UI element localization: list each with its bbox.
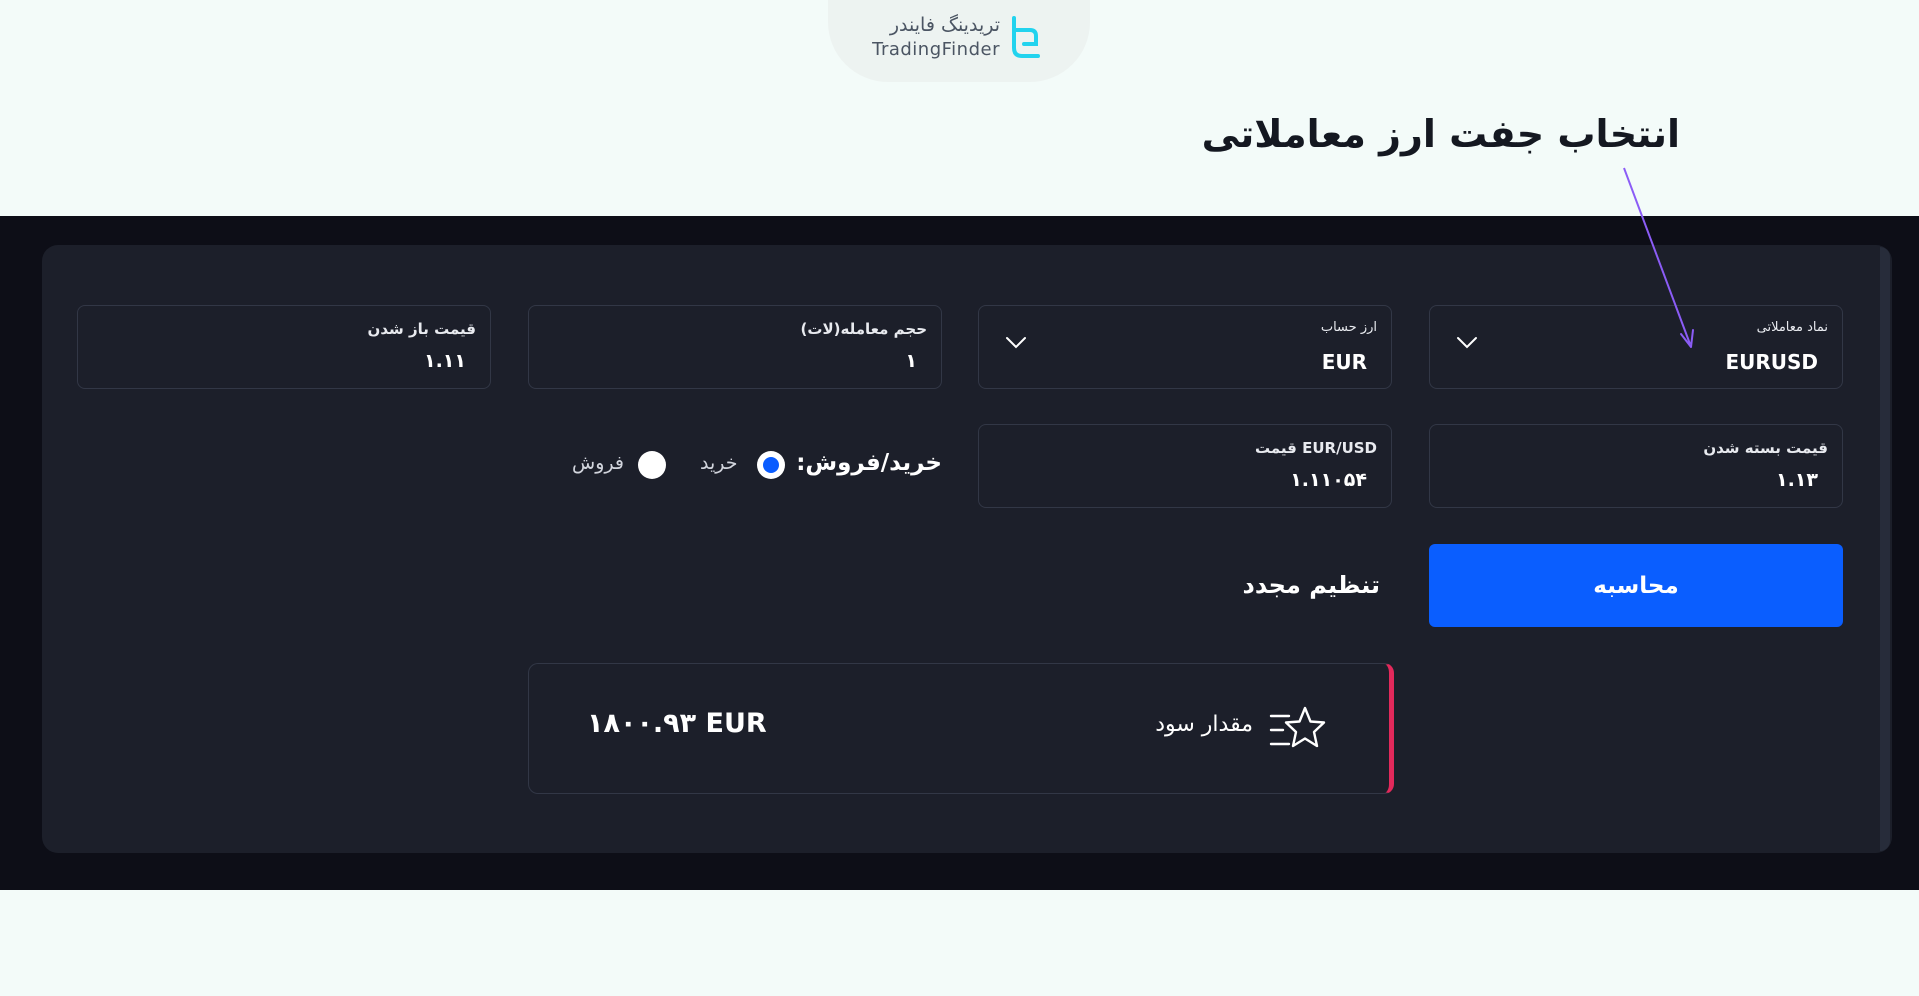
buy-radio[interactable] xyxy=(757,451,785,479)
lot-size-value: ۱ xyxy=(905,350,917,372)
brand-logo-text: تریدینگ فایندر TradingFinder xyxy=(870,12,1000,62)
open-price-input[interactable]: قیمت باز شدن ۱.۱۱ xyxy=(77,305,491,389)
open-price-label: قیمت باز شدن xyxy=(367,320,476,338)
chevron-down-icon[interactable] xyxy=(1005,336,1027,350)
pair-price-input[interactable]: EUR/USD قیمت ۱.۱۱۰۵۴ xyxy=(978,424,1392,508)
close-price-value: ۱.۱۳ xyxy=(1775,469,1818,491)
symbol-label: نماد معاملاتی xyxy=(1756,320,1828,335)
open-price-value: ۱.۱۱ xyxy=(423,350,466,372)
star-icon xyxy=(1269,706,1326,748)
symbol-select[interactable]: نماد معاملاتی EURUSD xyxy=(1429,305,1843,389)
pair-price-label: EUR/USD قیمت xyxy=(1255,439,1377,457)
buy-label[interactable]: خرید xyxy=(700,452,738,474)
brand-name-fa: تریدینگ فایندر xyxy=(889,14,1000,36)
close-price-input[interactable]: قیمت بسته شدن ۱.۱۳ xyxy=(1429,424,1843,508)
sell-radio[interactable] xyxy=(638,451,666,479)
result-label: مقدار سود xyxy=(1155,712,1253,737)
sell-label[interactable]: فروش xyxy=(572,452,624,474)
buy-radio-selected-dot xyxy=(763,457,779,473)
account-currency-select[interactable]: ارز حساب EUR xyxy=(978,305,1392,389)
lot-size-label: حجم معامله(لات) xyxy=(800,320,927,338)
chevron-down-icon[interactable] xyxy=(1456,336,1478,350)
lot-size-input[interactable]: حجم معامله(لات) ۱ xyxy=(528,305,942,389)
reset-button[interactable]: تنظیم مجدد xyxy=(1230,563,1381,607)
brand-logo-icon xyxy=(1012,16,1040,58)
symbol-value: EURUSD xyxy=(1725,350,1818,374)
result-card: مقدار سود ۱۸۰۰.۹۳ EUR xyxy=(528,663,1394,794)
close-price-label: قیمت بسته شدن xyxy=(1703,439,1828,457)
trade-type-label: خرید/فروش: xyxy=(796,450,942,476)
annotation-title: انتخاب جفت ارز معاملاتی xyxy=(1201,112,1680,156)
panel-scrollbar[interactable] xyxy=(1880,247,1890,851)
result-value: ۱۸۰۰.۹۳ EUR xyxy=(587,708,767,739)
brand-name-en: TradingFinder xyxy=(872,39,1000,60)
account-currency-value: EUR xyxy=(1321,350,1367,374)
calculate-button[interactable]: محاسبه xyxy=(1429,544,1843,627)
pair-price-value: ۱.۱۱۰۵۴ xyxy=(1290,469,1367,491)
account-currency-label: ارز حساب xyxy=(1320,320,1377,335)
